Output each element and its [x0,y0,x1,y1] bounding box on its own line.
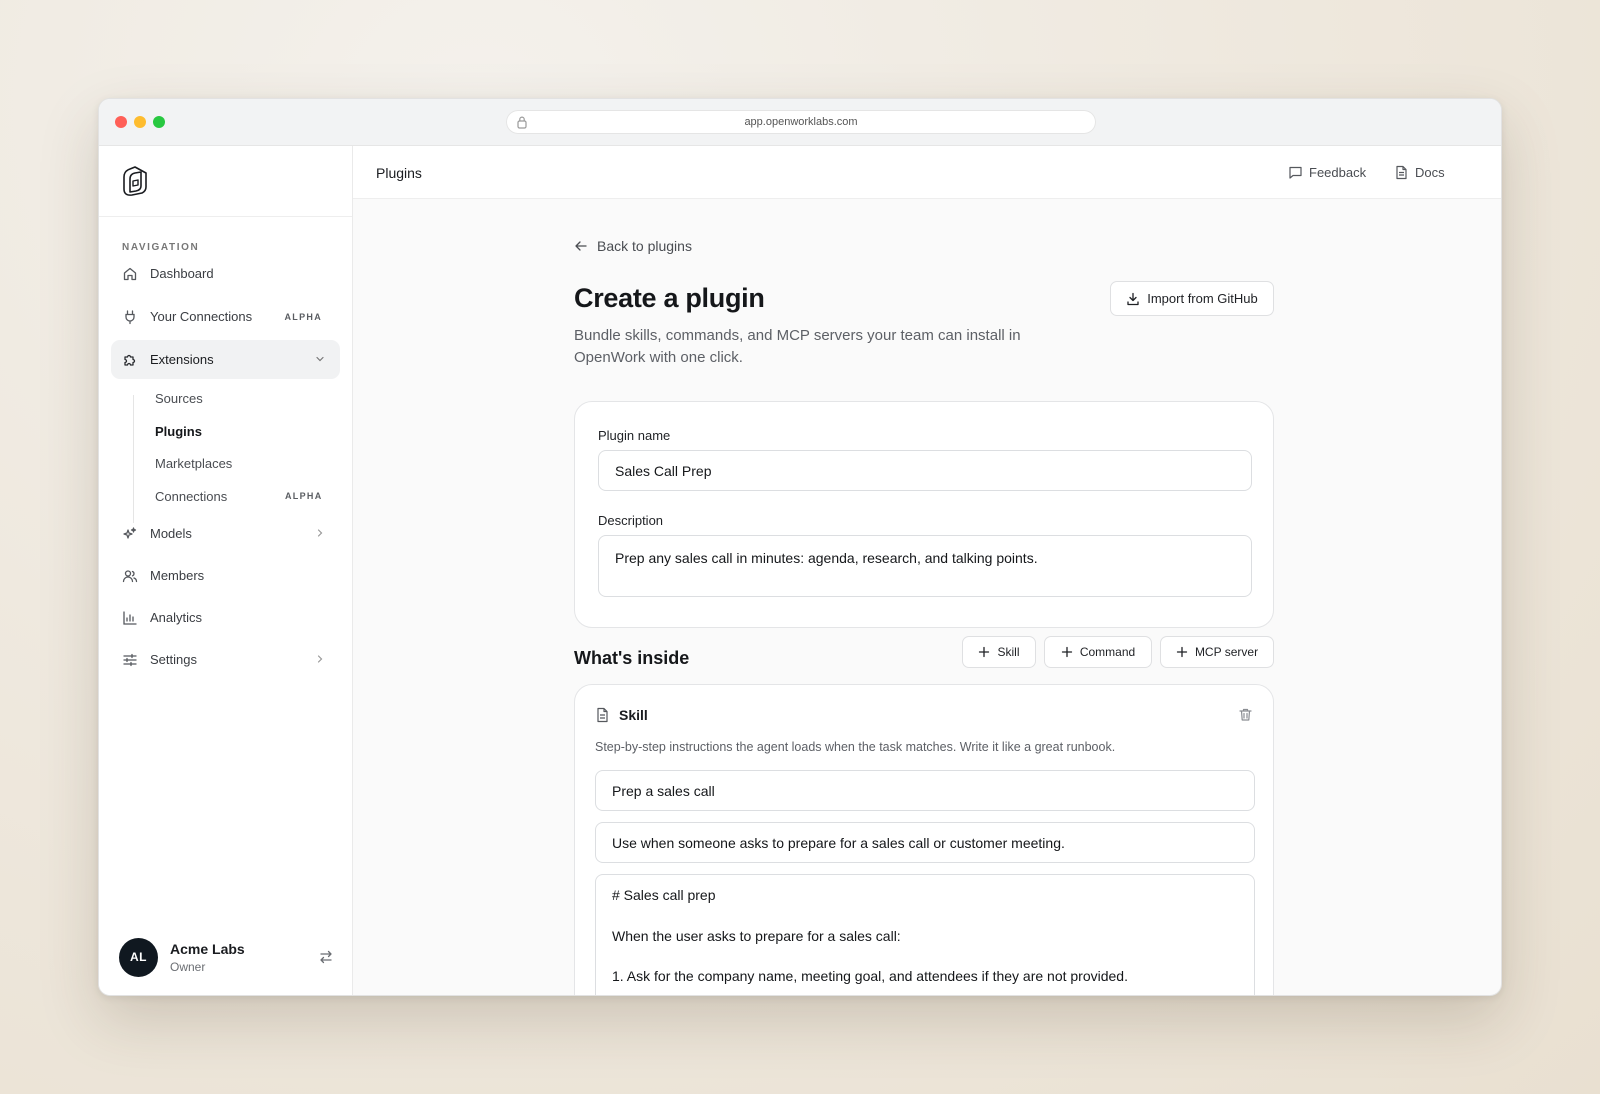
users-icon [122,568,138,584]
back-to-plugins-link[interactable]: Back to plugins [574,238,692,254]
document-icon [597,707,608,723]
skill-body-line: # Sales call prep [612,887,716,903]
sidebar-item-label: Your Connections [150,309,253,324]
add-command-label: Command [1079,645,1136,659]
home-icon [122,266,138,282]
feedback-label: Feedback [1309,165,1367,180]
sliders-icon [122,652,138,668]
lock-icon [517,116,527,129]
sidebar-item-your-connections[interactable]: Your Connections ALPHA [111,297,340,336]
sidebar-item-analytics[interactable]: Analytics [111,598,340,637]
skill-body-editor[interactable]: # Sales call prep When the user asks to … [595,874,1255,995]
sidebar-item-label: Members [150,568,205,583]
sidebar-item-models[interactable]: Models [111,514,340,553]
skill-body-line: 1. Ask for the company name, meeting goa… [612,968,1128,984]
whats-inside-heading: What's inside [574,648,690,668]
skill-card: Skill Step-by-step instructions the agen… [574,684,1274,995]
skill-help-text: Step-by-step instructions the agent load… [595,740,1116,754]
browser-window: app.openworklabs.com NAVIGATION Dashboar… [98,98,1502,996]
submenu-guide-line [133,395,134,523]
skill-type-label: Skill [619,707,648,723]
message-square-icon [1289,166,1302,179]
sidebar-subitem-plugins[interactable]: Plugins [155,424,202,439]
chevron-right-icon [317,655,323,663]
maximize-window-button[interactable] [153,116,165,128]
bar-chart-icon [122,610,138,626]
workspace-name: Acme Labs [170,940,245,957]
browser-titlebar: app.openworklabs.com [99,99,1501,146]
sidebar-item-settings[interactable]: Settings [111,640,340,679]
add-skill-label: Skill [997,645,1020,659]
alpha-badge: ALPHA [284,311,322,322]
plus-icon [1061,646,1072,658]
sidebar-item-members[interactable]: Members [111,556,340,595]
sidebar-item-label: Dashboard [150,266,214,281]
plugin-name-label: Plugin name [598,428,671,443]
logo-area [99,146,352,217]
nav-heading: NAVIGATION [122,242,200,253]
alpha-badge: ALPHA [285,491,323,501]
docs-button[interactable]: Docs [1394,165,1445,180]
minimize-window-button[interactable] [134,116,146,128]
window-controls [115,116,165,128]
trash-icon[interactable] [1238,707,1253,722]
import-from-github-button[interactable]: Import from GitHub [1110,281,1274,316]
sidebar-item-label: Settings [150,652,197,667]
page-title: Plugins [376,165,422,181]
plugin-details-card: Plugin name Sales Call Prep Description … [574,401,1274,628]
sidebar-item-label: Models [150,526,192,541]
document-icon [1396,165,1407,180]
skill-name-input[interactable]: Prep a sales call [595,770,1255,811]
sidebar-item-label: Analytics [150,610,203,625]
sidebar-item-dashboard[interactable]: Dashboard [111,254,340,293]
chevron-right-icon [317,529,323,537]
page-heading: Create a plugin [574,283,765,313]
feedback-button[interactable]: Feedback [1288,165,1366,180]
sidebar-subitem-sources[interactable]: Sources [155,391,203,406]
add-mcp-server-button[interactable]: MCP server [1160,636,1274,668]
skill-body-line: When the user asks to prepare for a sale… [612,928,901,944]
chevron-down-icon [316,356,324,362]
add-skill-button[interactable]: Skill [962,636,1036,668]
url-text: app.openworklabs.com [744,116,858,128]
user-info: Acme Labs Owner [170,941,245,974]
sidebar-subitem-connections[interactable]: Connections [155,489,227,504]
description-label: Description [598,513,664,528]
switch-arrows-icon[interactable] [318,949,334,965]
skill-when-value: Use when someone asks to prepare for a s… [612,834,1065,851]
skill-name-value: Prep a sales call [612,782,715,799]
docs-label: Docs [1415,165,1445,180]
main-content: Back to plugins Create a plugin Bundle s… [353,199,1501,995]
skill-card-header: Skill [595,707,648,723]
sidebar-item-label: Extensions [150,352,214,367]
plug-icon [122,309,138,325]
sidebar-item-extensions[interactable]: Extensions [111,340,340,379]
avatar: AL [119,937,158,977]
top-bar: Plugins Feedback Docs [353,146,1501,199]
skill-when-input[interactable]: Use when someone asks to prepare for a s… [595,822,1255,863]
plugin-name-input[interactable]: Sales Call Prep [598,450,1252,491]
back-label: Back to plugins [597,238,692,254]
import-label: Import from GitHub [1147,291,1258,306]
openwork-logo-icon[interactable] [121,165,149,197]
arrow-left-icon [575,241,587,251]
user-role: Owner [170,959,206,974]
sparkles-icon [122,526,138,542]
add-command-button[interactable]: Command [1044,636,1152,668]
description-textarea[interactable]: Prep any sales call in minutes: agenda, … [598,535,1252,597]
close-window-button[interactable] [115,116,127,128]
address-bar[interactable]: app.openworklabs.com [506,110,1096,134]
plus-icon [1176,646,1188,658]
puzzle-icon [122,352,138,368]
sidebar: NAVIGATION Dashboard Your Connections AL… [99,146,353,995]
download-icon [1127,292,1139,305]
description-value: Prep any sales call in minutes: agenda, … [615,550,1038,566]
plugin-name-value: Sales Call Prep [615,462,712,479]
add-mcp-label: MCP server [1194,645,1259,659]
page-subtitle: Bundle skills, commands, and MCP servers… [574,327,1021,366]
workspace-switcher[interactable]: AL Acme Labs Owner [119,937,334,977]
sidebar-subitem-marketplaces[interactable]: Marketplaces [155,456,232,471]
plus-icon [979,646,990,658]
